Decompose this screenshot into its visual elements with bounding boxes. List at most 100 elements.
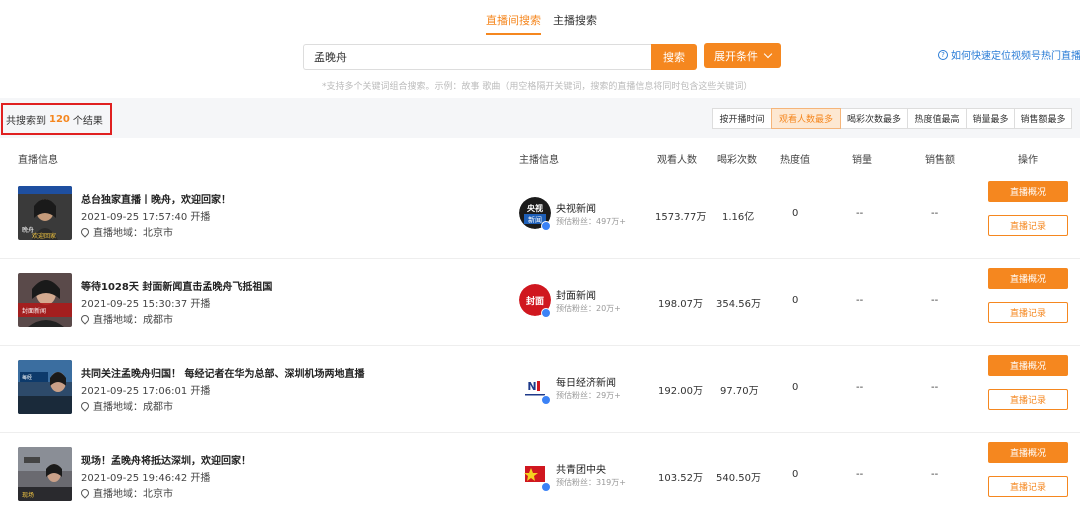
result-count: 共搜索到 120 个结果 <box>1 103 112 135</box>
sort-by-revenue[interactable]: 销售额最多 <box>1014 108 1072 129</box>
live-start-time: 2021-09-25 17:57:40 开播 <box>81 212 211 223</box>
live-thumbnail[interactable]: 封面新闻 <box>18 273 72 327</box>
column-sales: 销量 <box>852 155 872 166</box>
live-location-text: 直播地域：成都市 <box>93 315 173 326</box>
result-number: 120 <box>49 113 70 125</box>
live-overview-button[interactable]: 直播概况 <box>988 181 1068 202</box>
result-suffix: 个结果 <box>72 115 103 127</box>
heat-value: 0 <box>792 382 799 393</box>
search-input[interactable] <box>303 44 651 70</box>
help-icon: ? <box>938 49 948 60</box>
live-title[interactable]: 现场！孟晚舟将抵达深圳，欢迎回家！ <box>81 452 251 467</box>
revenue-value: -- <box>931 382 939 393</box>
thumb-caption: 每经 <box>22 374 32 381</box>
table-row: 每经 共同关注孟晚舟归国！ 每经记者在华为总部、深圳机场两地直播 2021-09… <box>0 346 1080 433</box>
heat-value: 0 <box>792 295 799 306</box>
host-name[interactable]: 共青团中央 <box>556 461 606 476</box>
heat-value: 0 <box>792 208 799 219</box>
table-row: 现场 现场！孟晚舟将抵达深圳，欢迎回家！ 2021-09-25 19:46:42… <box>0 433 1080 513</box>
cheers-value: 97.70万 <box>720 386 759 397</box>
location-pin-icon <box>79 486 91 499</box>
live-overview-button[interactable]: 直播概况 <box>988 355 1068 376</box>
live-title[interactable]: 共同关注孟晚舟归国！ 每经记者在华为总部、深圳机场两地直播 <box>81 365 364 380</box>
cheers-value: 1.16亿 <box>722 212 755 223</box>
column-cheers: 喝彩次数 <box>717 155 757 166</box>
verified-badge-icon <box>541 395 551 405</box>
viewers-value: 198.07万 <box>658 299 703 310</box>
search-tabs: 直播间搜索 主播搜索 <box>0 0 1080 35</box>
host-name[interactable]: 每日经济新闻 <box>556 374 616 389</box>
host-name[interactable]: 封面新闻 <box>556 287 596 302</box>
verified-badge-icon <box>541 221 551 231</box>
sort-by-sales[interactable]: 销量最多 <box>966 108 1015 129</box>
viewers-value: 192.00万 <box>658 386 703 397</box>
help-link-label: 如何快速定位视频号热门直播间 <box>951 51 1080 62</box>
column-ops: 操作 <box>1018 155 1038 166</box>
revenue-value: -- <box>931 295 939 306</box>
live-search-page: 直播间搜索 主播搜索 搜索 展开条件 ? 如何快速定位视频号热门直播间 *支持多… <box>0 0 1080 513</box>
thumb-caption: 现场 <box>22 491 34 499</box>
cheers-value: 354.56万 <box>716 299 761 310</box>
sort-by-viewers[interactable]: 观看人数最多 <box>771 108 841 129</box>
live-title[interactable]: 总台独家直播丨晚舟，欢迎回家！ <box>81 191 231 206</box>
thumb-caption: 欢迎回家 <box>32 232 56 240</box>
search-hint: *支持多个关键词组合搜索。示例：故事 歌曲（用空格隔开关键词，搜索的直播信息将同… <box>322 82 753 92</box>
chevron-down-icon <box>763 49 773 59</box>
live-thumbnail[interactable]: 每经 <box>18 360 72 414</box>
sales-value: -- <box>856 208 864 219</box>
help-link[interactable]: ? 如何快速定位视频号热门直播间 <box>938 47 1080 62</box>
live-title[interactable]: 等待1028天 封面新闻直击孟晚舟飞抵祖国 <box>81 278 272 293</box>
host-fans: 预估粉丝：319万+ <box>556 478 626 487</box>
sales-value: -- <box>856 295 864 306</box>
host-fans: 预估粉丝：497万+ <box>556 217 626 226</box>
revenue-value: -- <box>931 469 939 480</box>
live-thumbnail[interactable]: 现场 <box>18 447 72 501</box>
tab-host-search[interactable]: 主播搜索 <box>553 12 597 28</box>
live-record-button[interactable]: 直播记录 <box>988 215 1068 236</box>
column-live-info: 直播信息 <box>18 155 58 166</box>
heat-value: 0 <box>792 469 799 480</box>
host-name[interactable]: 央视新闻 <box>556 200 596 215</box>
viewers-value: 103.52万 <box>658 473 703 484</box>
expand-conditions-button[interactable]: 展开条件 <box>704 43 781 68</box>
avatar-text: N <box>527 380 536 393</box>
avatar-text: 新闻 <box>528 215 542 224</box>
avatar-text: 封面 <box>526 295 544 307</box>
viewers-value: 1573.77万 <box>655 212 707 223</box>
table-row: 封面新闻 等待1028天 封面新闻直击孟晚舟飞抵祖国 2021-09-25 15… <box>0 259 1080 346</box>
location-pin-icon <box>79 225 91 238</box>
column-revenue: 销售额 <box>925 155 955 166</box>
live-location-text: 直播地域：北京市 <box>93 228 173 239</box>
live-start-time: 2021-09-25 17:06:01 开播 <box>81 386 211 397</box>
table-header: 直播信息 主播信息 观看人数 喝彩次数 热度值 销量 销售额 操作 <box>0 140 1080 172</box>
avatar-text: 央视 <box>527 203 543 213</box>
live-location: 直播地域：成都市 <box>79 311 173 326</box>
live-overview-button[interactable]: 直播概况 <box>988 268 1068 289</box>
table-row: 晚舟 欢迎回家 总台独家直播丨晚舟，欢迎回家！ 2021-09-25 17:57… <box>0 172 1080 259</box>
sales-value: -- <box>856 469 864 480</box>
live-location: 直播地域：北京市 <box>79 485 173 500</box>
search-button[interactable]: 搜索 <box>651 44 697 70</box>
sort-options: 按开播时间 观看人数最多 喝彩次数最多 热度值最高 销量最多 销售额最多 <box>712 108 1072 129</box>
live-record-button[interactable]: 直播记录 <box>988 476 1068 497</box>
tab-live-room-search[interactable]: 直播间搜索 <box>486 12 541 35</box>
live-record-button[interactable]: 直播记录 <box>988 389 1068 410</box>
live-location: 直播地域：成都市 <box>79 398 173 413</box>
host-fans: 预估粉丝：20万+ <box>556 304 621 313</box>
live-thumbnail[interactable]: 晚舟 欢迎回家 <box>18 186 72 240</box>
revenue-value: -- <box>931 208 939 219</box>
live-start-time: 2021-09-25 19:46:42 开播 <box>81 473 211 484</box>
live-location-text: 直播地域：北京市 <box>93 489 173 500</box>
verified-badge-icon <box>541 308 551 318</box>
expand-conditions-label: 展开条件 <box>714 49 758 63</box>
thumb-caption: 封面新闻 <box>22 307 46 315</box>
live-location: 直播地域：北京市 <box>79 224 173 239</box>
sort-by-heat[interactable]: 热度值最高 <box>907 108 967 129</box>
live-start-time: 2021-09-25 15:30:37 开播 <box>81 299 211 310</box>
sort-by-cheers[interactable]: 喝彩次数最多 <box>840 108 908 129</box>
sort-by-start-time[interactable]: 按开播时间 <box>712 108 772 129</box>
host-fans: 预估粉丝：29万+ <box>556 391 621 400</box>
live-record-button[interactable]: 直播记录 <box>988 302 1068 323</box>
location-pin-icon <box>79 312 91 325</box>
live-overview-button[interactable]: 直播概况 <box>988 442 1068 463</box>
